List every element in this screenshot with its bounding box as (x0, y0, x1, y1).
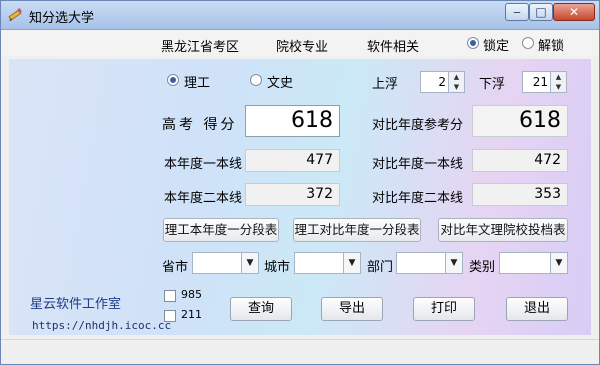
minimize-icon: ‒ (513, 5, 521, 19)
cur-first-line-label: 本年度一本线 (164, 157, 243, 172)
float-down-label: 下浮 (479, 77, 506, 92)
cur-second-line-label: 本年度二本线 (164, 191, 243, 206)
chevron-down-icon[interactable]: ▼ (343, 253, 360, 273)
city-label: 城市 (264, 260, 291, 275)
science-label: 理工 (184, 76, 211, 91)
window-title: 知分选大学 (29, 11, 95, 26)
stepper-down-icon[interactable]: ▼ (448, 82, 464, 92)
province-label: 省市 (162, 260, 189, 275)
float-down-stepper[interactable]: 21 ▲ ▼ (522, 71, 567, 93)
menu-exam-region[interactable]: 黑龙江省考区 (161, 36, 239, 55)
dept-select[interactable]: ▼ (396, 252, 463, 274)
close-icon: ✕ (568, 5, 580, 19)
liberal-label: 文史 (267, 76, 294, 91)
maximize-button[interactable]: □ (529, 3, 553, 21)
cmp-second-line-value: 353 (472, 183, 568, 206)
cur-second-line-value: 372 (245, 183, 340, 206)
chevron-down-icon[interactable]: ▼ (550, 253, 567, 273)
float-up-value: 2 (438, 75, 446, 89)
province-select[interactable]: ▼ (192, 252, 259, 274)
label-985: 985 (181, 288, 202, 301)
stepper-up-icon[interactable]: ▲ (448, 72, 464, 82)
maximize-icon: □ (535, 5, 547, 19)
export-button[interactable]: 导出 (321, 297, 383, 321)
checkbox-985[interactable] (164, 290, 176, 302)
title-bar: 知分选大学 ‒ □ ✕ (1, 1, 599, 30)
pencil-icon (8, 8, 22, 21)
float-down-value: 21 (532, 75, 548, 89)
lock-radio[interactable] (467, 37, 479, 49)
float-up-label: 上浮 (372, 77, 399, 92)
ref-score-value: 618 (472, 105, 568, 137)
close-button[interactable]: ✕ (553, 3, 595, 21)
category-label: 类别 (469, 260, 496, 275)
studio-name: 星云软件工作室 (30, 297, 122, 312)
chevron-down-icon[interactable]: ▼ (241, 253, 258, 273)
stepper-down-icon[interactable]: ▼ (550, 82, 566, 92)
stepper-up-icon[interactable]: ▲ (550, 72, 566, 82)
dept-label: 部门 (367, 260, 394, 275)
app-window: 知分选大学 ‒ □ ✕ 黑龙江省考区 院校专业 软件相关 锁定 解锁 理工 文史… (0, 0, 600, 365)
exit-button[interactable]: 退出 (506, 297, 568, 321)
label-211: 211 (181, 308, 202, 321)
status-bar (1, 339, 599, 364)
studio-url[interactable]: https://nhdjh.icoc.cc (32, 319, 171, 332)
lock-label: 锁定 (483, 39, 510, 54)
menu-software[interactable]: 软件相关 (367, 36, 419, 55)
science-radio[interactable] (167, 74, 179, 86)
chevron-down-icon[interactable]: ▼ (445, 253, 462, 273)
score-label: 高考 得分 (162, 117, 238, 133)
science-compare-score-table-button[interactable]: 理工对比年度一分段表 (293, 218, 421, 242)
menu-bar: 黑龙江省考区 院校专业 软件相关 锁定 解锁 (1, 30, 599, 56)
liberal-radio[interactable] (250, 74, 262, 86)
cmp-first-line-value: 472 (472, 149, 568, 172)
science-current-score-table-button[interactable]: 理工本年度一分段表 (163, 218, 279, 242)
compare-admission-table-button[interactable]: 对比年文理院校投档表 (438, 218, 568, 242)
unlock-radio[interactable] (522, 37, 534, 49)
cmp-first-line-label: 对比年度一本线 (372, 157, 464, 172)
ref-score-label: 对比年度参考分 (372, 118, 464, 133)
float-up-stepper[interactable]: 2 ▲ ▼ (420, 71, 465, 93)
score-input[interactable]: 618 (245, 105, 340, 137)
unlock-label: 解锁 (538, 39, 565, 54)
cur-first-line-value: 477 (245, 149, 340, 172)
cmp-second-line-label: 对比年度二本线 (372, 191, 464, 206)
print-button[interactable]: 打印 (413, 297, 475, 321)
city-select[interactable]: ▼ (294, 252, 361, 274)
menu-college-major[interactable]: 院校专业 (276, 36, 328, 55)
minimize-button[interactable]: ‒ (505, 3, 529, 21)
query-button[interactable]: 查询 (230, 297, 292, 321)
category-select[interactable]: ▼ (499, 252, 568, 274)
